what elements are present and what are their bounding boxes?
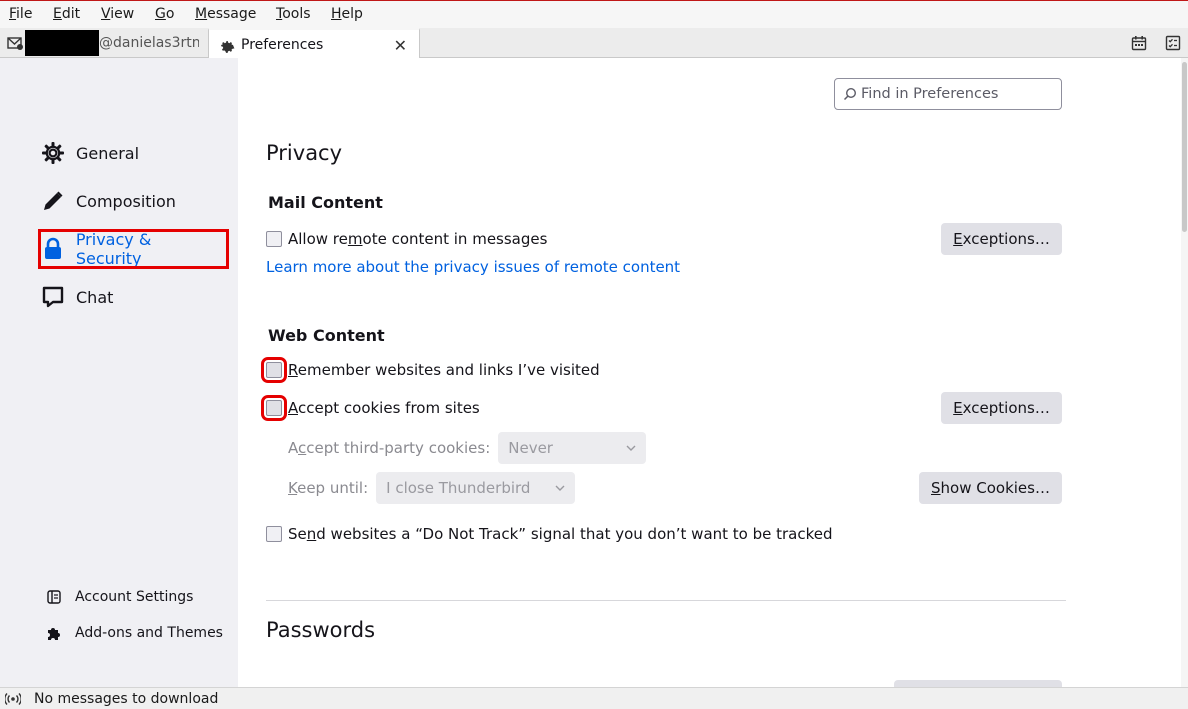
show-cookies-button[interactable]: Show Cookies… — [919, 472, 1062, 504]
sidebar-item-composition[interactable]: Composition — [40, 183, 176, 219]
menu-tools[interactable]: Tools — [276, 6, 311, 22]
sidebar-item-label: Composition — [76, 191, 176, 211]
lock-icon — [40, 236, 66, 262]
calendar-icon[interactable] — [1131, 35, 1147, 51]
status-text: No messages to download — [34, 690, 219, 707]
menu-edit[interactable]: Edit — [53, 6, 80, 22]
tab-bar: @danielas3rtnt Preferences ✕ — [0, 28, 1188, 59]
tab-mail-account-label: @danielas3rtnt — [99, 35, 199, 51]
tasks-icon[interactable] — [1165, 35, 1181, 51]
web-content-heading: Web Content — [268, 326, 385, 345]
remember-websites-row: Remember websites and links I’ve visited — [261, 357, 600, 383]
keep-until-value: I close Thunderbird — [386, 479, 531, 497]
mail-content-heading: Mail Content — [268, 193, 383, 212]
tab-preferences[interactable]: Preferences ✕ — [208, 28, 420, 59]
passwords-button-partial[interactable] — [894, 680, 1062, 687]
sidebar-account-settings[interactable]: Account Settings — [44, 586, 193, 608]
remote-content-label: Allow remote content in messages — [288, 230, 548, 248]
online-status-icon[interactable] — [5, 692, 21, 705]
privacy-heading: Privacy — [266, 141, 343, 165]
remote-content-row: Allow remote content in messages — [266, 229, 547, 249]
do-not-track-label: Send websites a “Do Not Track” signal th… — [288, 525, 833, 543]
accept-cookies-row: Accept cookies from sites — [261, 395, 480, 421]
show-cookies-label: Show Cookies… — [931, 479, 1050, 497]
sidebar-item-label: Privacy & Security — [75, 230, 152, 268]
third-party-cookies-row: Accept third-party cookies: Never — [288, 432, 647, 464]
puzzle-icon — [44, 625, 64, 641]
section-divider — [266, 600, 1066, 601]
close-icon[interactable]: ✕ — [394, 36, 407, 55]
mail-exceptions-label: Exceptions… — [953, 230, 1050, 248]
passwords-heading: Passwords — [266, 618, 376, 642]
do-not-track-checkbox[interactable] — [266, 526, 282, 542]
third-party-cookies-select[interactable]: Never — [498, 432, 647, 464]
chevron-down-icon — [626, 445, 636, 451]
keep-until-row: Keep until: I close Thunderbird — [288, 472, 576, 504]
remember-websites-label: Remember websites and links I’ve visited — [288, 361, 600, 379]
accept-cookies-label: Accept cookies from sites — [288, 399, 480, 417]
accept-cookies-checkbox[interactable] — [261, 395, 287, 421]
menu-message[interactable]: Message — [195, 6, 256, 22]
mail-icon — [7, 36, 23, 50]
cookies-exceptions-label: Exceptions… — [953, 399, 1050, 417]
tab-preferences-label: Preferences — [241, 36, 324, 53]
third-party-cookies-label: Accept third-party cookies: — [288, 439, 491, 457]
do-not-track-row: Send websites a “Do Not Track” signal th… — [266, 524, 833, 544]
scrollbar-thumb[interactable] — [1182, 62, 1187, 232]
cookies-exceptions-button[interactable]: Exceptions… — [941, 392, 1062, 424]
sidebar-item-general[interactable]: General — [40, 135, 139, 171]
chevron-down-icon — [555, 485, 565, 491]
menu-bar: File Edit View Go Message Tools Help — [0, 0, 1188, 28]
third-party-cookies-value: Never — [508, 439, 553, 457]
mail-exceptions-button[interactable]: Exceptions… — [941, 223, 1062, 255]
account-settings-label: Account Settings — [75, 589, 194, 605]
tab-mail-account[interactable]: @danielas3rtnt — [0, 28, 206, 58]
status-bar: No messages to download — [0, 687, 1188, 709]
sidebar-item-label: Chat — [76, 287, 114, 307]
sidebar-addons-themes[interactable]: Add-ons and Themes — [44, 622, 223, 644]
search-icon — [843, 87, 857, 101]
pencil-icon — [40, 188, 66, 214]
sidebar-item-label: General — [76, 143, 140, 163]
keep-until-select[interactable]: I close Thunderbird — [376, 472, 576, 504]
menu-file[interactable]: File — [9, 6, 32, 22]
gear-icon — [219, 37, 235, 53]
gear-icon — [40, 140, 66, 166]
keep-until-label: Keep until: — [288, 479, 369, 497]
remote-content-checkbox[interactable] — [266, 231, 282, 247]
menu-view[interactable]: View — [101, 6, 134, 22]
sidebar-item-privacy-security[interactable]: Privacy & Security — [38, 229, 229, 269]
redacted-block — [25, 30, 99, 56]
menu-help[interactable]: Help — [331, 6, 363, 22]
chat-bubble-icon — [40, 284, 66, 310]
menu-go[interactable]: Go — [155, 6, 174, 22]
sidebar-item-chat[interactable]: Chat — [40, 279, 113, 315]
learn-more-remote-content-link[interactable]: Learn more about the privacy issues of r… — [266, 258, 680, 276]
account-settings-icon — [44, 590, 64, 604]
remember-websites-checkbox[interactable] — [261, 357, 287, 383]
find-in-preferences-input[interactable]: Find in Preferences — [834, 78, 1062, 110]
search-placeholder: Find in Preferences — [861, 86, 999, 102]
addons-themes-label: Add-ons and Themes — [75, 625, 223, 641]
